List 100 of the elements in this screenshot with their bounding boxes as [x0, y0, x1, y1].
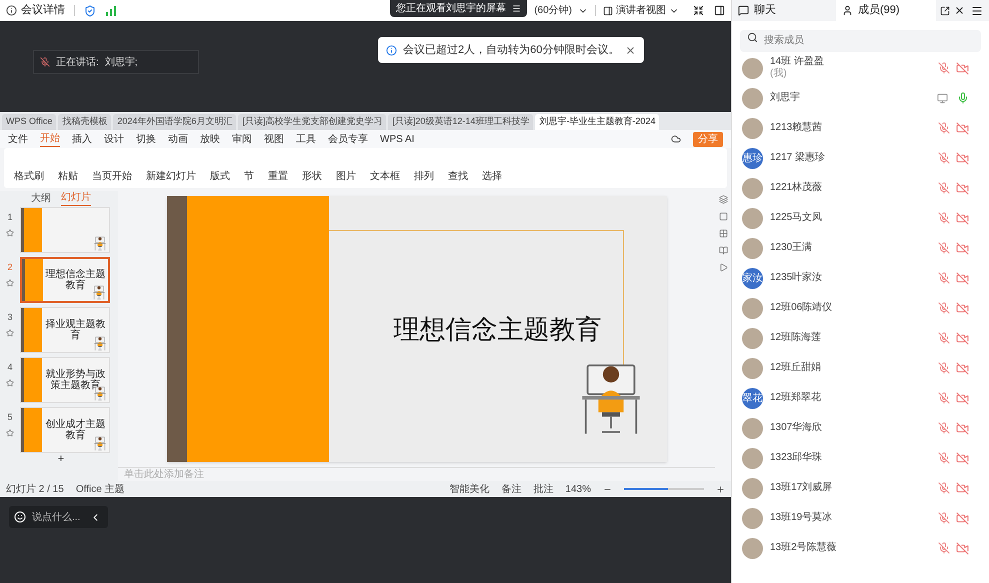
member-row[interactable]: 13班2号陈慧薇 [732, 533, 989, 563]
document-tab[interactable]: [只读]20级英语12-14班理工科技学 [388, 114, 534, 130]
member-row[interactable]: 13班17刘威屏 [732, 473, 989, 503]
mic-off-icon[interactable] [938, 242, 950, 254]
slide-thumbnail[interactable] [20, 207, 110, 253]
mic-off-icon[interactable] [938, 62, 950, 74]
member-row[interactable]: 13班19号莫冰 [732, 503, 989, 533]
mic-off-icon[interactable] [938, 452, 950, 464]
ribbon-tab[interactable]: 动画 [168, 132, 188, 146]
member-row[interactable]: 12班陈海莲 [732, 323, 989, 353]
add-slide-button[interactable]: + [58, 453, 64, 465]
ribbon-command[interactable]: 版式 [210, 169, 230, 184]
slide-thumbnail[interactable]: 择业观主题教育 [20, 307, 110, 353]
ribbon-tab[interactable]: 工具 [296, 132, 316, 146]
ribbon-tab[interactable]: 切换 [136, 132, 156, 146]
panel-tab[interactable]: 成员(99) [836, 0, 936, 21]
status-button[interactable]: 智能美化 [449, 482, 490, 496]
mic-off-icon[interactable] [938, 302, 950, 314]
mic-off-icon[interactable] [938, 212, 950, 224]
camera-off-icon[interactable] [956, 542, 969, 554]
menu-icon[interactable] [512, 4, 521, 13]
ribbon-tab[interactable]: 放映 [200, 132, 220, 146]
member-row[interactable]: 12班06陈靖仪 [732, 293, 989, 323]
ribbon-command[interactable]: 排列 [414, 169, 434, 184]
camera-off-icon[interactable] [956, 392, 969, 404]
ribbon-command[interactable]: 图片 [336, 169, 356, 184]
view-mode-button[interactable]: 演讲者视图 [603, 3, 679, 18]
ribbon-command[interactable]: 形状 [302, 169, 322, 184]
ribbon-command[interactable]: 粘贴 [58, 169, 78, 184]
member-row[interactable]: 14班 许盈盈 (我) [732, 53, 989, 83]
ribbon-command[interactable]: 选择 [482, 169, 502, 184]
close-icon[interactable] [954, 5, 965, 16]
slide-thumbnail[interactable]: 创业成才主题教育 [20, 407, 110, 453]
slide-thumbnail[interactable]: 理想信念主题教育 [20, 257, 110, 303]
camera-off-icon[interactable] [956, 422, 969, 434]
ribbon-command[interactable]: 新建幻灯片 [146, 169, 196, 184]
member-row[interactable]: 1225马文凤 [732, 203, 989, 233]
camera-off-icon[interactable] [956, 362, 969, 374]
sidebar-icon[interactable] [714, 5, 725, 16]
camera-off-icon[interactable] [956, 122, 969, 134]
document-tab[interactable]: [只读]高校学生党支部创建党史学习 [238, 114, 386, 130]
member-row[interactable]: 惠珍 1217 梁惠珍 [732, 143, 989, 173]
meeting-details-button[interactable]: 会议详情 [21, 2, 65, 19]
mic-off-icon[interactable] [938, 182, 950, 194]
document-tab[interactable]: 找稿壳模板 [58, 114, 112, 130]
exit-fullscreen-icon[interactable] [693, 5, 704, 16]
member-row[interactable]: 1213赖慧茜 [732, 113, 989, 143]
camera-off-icon[interactable] [956, 212, 969, 224]
ribbon-tab[interactable]: 插入 [72, 132, 92, 146]
tool-icon[interactable] [718, 229, 728, 238]
camera-off-icon[interactable] [956, 512, 969, 524]
mic-off-icon[interactable] [938, 512, 950, 524]
pop-out-icon[interactable] [940, 6, 950, 16]
document-tab[interactable]: WPS Office [2, 114, 56, 130]
camera-off-icon[interactable] [956, 332, 969, 344]
menu-icon[interactable] [971, 4, 983, 16]
ribbon-command[interactable]: 查找 [448, 169, 468, 184]
ribbon-tab[interactable]: 视图 [264, 132, 284, 146]
panel-tab[interactable]: 大纲 [31, 190, 51, 206]
mic-off-icon[interactable] [938, 122, 950, 134]
document-tab[interactable]: 刘思宇-毕业生主题教育-2024 [535, 114, 660, 130]
camera-off-icon[interactable] [956, 482, 969, 494]
ribbon-command[interactable]: 当页开始 [92, 169, 132, 184]
mic-icon[interactable] [957, 92, 969, 104]
member-row[interactable]: 1323邱华珠 [732, 443, 989, 473]
tool-icon[interactable] [718, 263, 728, 272]
member-row[interactable]: 刘思宇 [732, 83, 989, 113]
status-button[interactable]: 备注 [501, 482, 522, 496]
tool-icon[interactable] [718, 212, 728, 221]
member-row[interactable]: 12班丘甜娟 [732, 353, 989, 383]
camera-off-icon[interactable] [956, 272, 969, 284]
ribbon-command[interactable]: 格式刷 [14, 169, 44, 184]
mic-off-icon[interactable] [938, 362, 950, 374]
member-row[interactable]: 1307华海欣 [732, 413, 989, 443]
member-row[interactable]: 翠花 12班郑翠花 [732, 383, 989, 413]
cloud-icon[interactable] [671, 134, 681, 144]
mic-off-icon[interactable] [938, 482, 950, 494]
mic-off-icon[interactable] [938, 332, 950, 344]
camera-off-icon[interactable] [956, 452, 969, 464]
ribbon-tab[interactable]: 设计 [104, 132, 124, 146]
mic-off-icon[interactable] [938, 422, 950, 434]
ribbon-tab[interactable]: 文件 [8, 132, 28, 146]
mic-off-icon[interactable] [938, 392, 950, 404]
chat-input[interactable]: 说点什么... [32, 510, 84, 524]
mic-off-icon[interactable] [938, 542, 950, 554]
smiley-icon[interactable] [14, 511, 26, 523]
tool-icon[interactable] [718, 195, 728, 204]
camera-off-icon[interactable] [956, 152, 969, 164]
ribbon-command[interactable]: 重置 [268, 169, 288, 184]
tool-icon[interactable] [718, 246, 728, 255]
member-row[interactable]: 1221林茂薇 [732, 173, 989, 203]
panel-tab[interactable]: 聊天 [732, 0, 836, 21]
ribbon-tab[interactable]: 会员专享 [328, 132, 368, 146]
camera-off-icon[interactable] [956, 242, 969, 254]
camera-off-icon[interactable] [956, 182, 969, 194]
ribbon-command[interactable]: 节 [244, 169, 254, 184]
ribbon-tab[interactable]: WPS AI [380, 132, 414, 146]
member-search-field[interactable]: 搜索成员 [740, 30, 981, 52]
camera-off-icon[interactable] [956, 62, 969, 74]
ribbon-tab[interactable]: 审阅 [232, 132, 252, 146]
